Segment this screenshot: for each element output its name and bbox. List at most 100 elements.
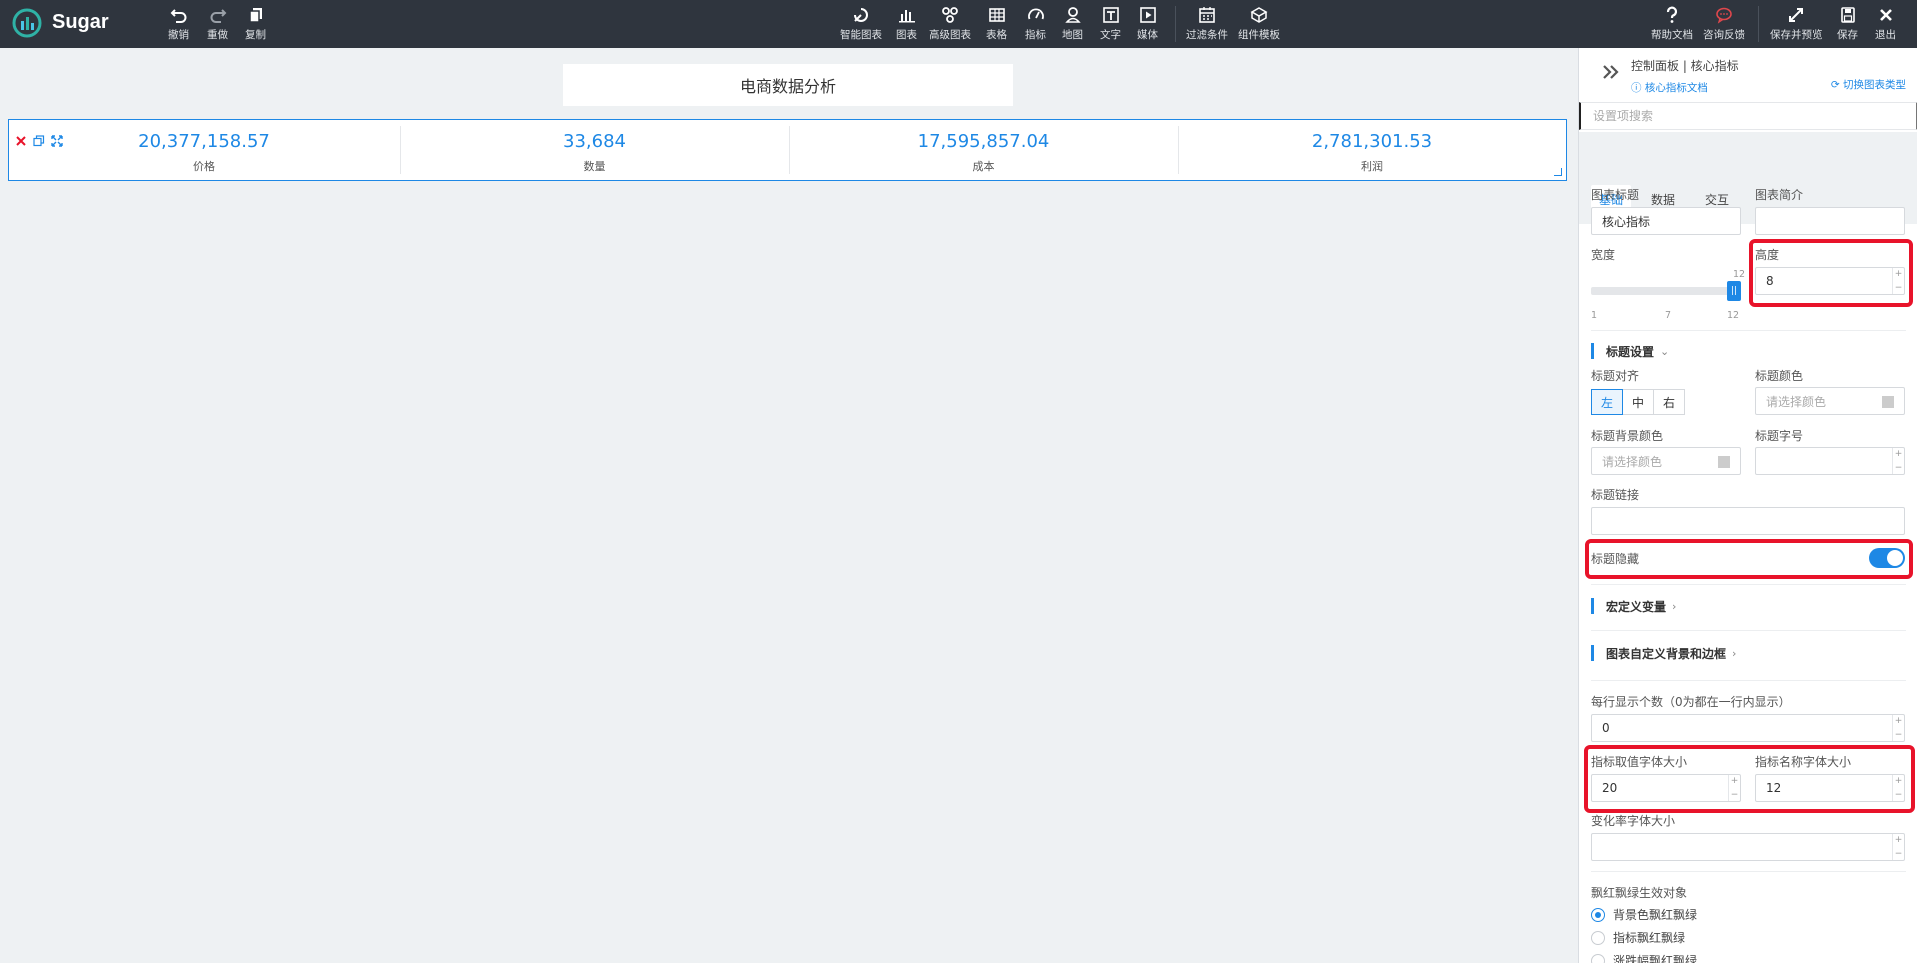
- chat-bubble-icon: [1716, 7, 1732, 24]
- doc-link-label: 核心指标文档: [1644, 82, 1708, 94]
- title-color-picker[interactable]: 请选择颜色: [1755, 387, 1905, 415]
- divider: [1591, 871, 1906, 872]
- save-button[interactable]: 保存: [1837, 6, 1858, 42]
- change-rate-font-label: 变化率字体大小: [1591, 814, 1676, 828]
- chart-button[interactable]: 图表: [896, 6, 917, 42]
- indicator-button[interactable]: 指标: [1025, 6, 1046, 42]
- title-font-size-stepper[interactable]: + −: [1892, 448, 1904, 474]
- value-font-size-input[interactable]: 20 + −: [1591, 774, 1741, 802]
- switch-chart-type-link[interactable]: ⟳ 切换图表类型: [1831, 77, 1906, 92]
- title-link-input[interactable]: [1591, 507, 1905, 535]
- table-button[interactable]: 表格: [986, 6, 1007, 42]
- width-slider-track[interactable]: [1591, 287, 1733, 295]
- kpi-item: 20,377,158.57 价格: [9, 120, 399, 180]
- undo-button[interactable]: 撤销: [168, 6, 189, 42]
- height-stepper[interactable]: + −: [1892, 268, 1904, 294]
- height-input[interactable]: 8 + −: [1755, 267, 1905, 295]
- title-align-group: 左 中 右: [1591, 389, 1685, 415]
- chevron-down-icon: ⌄: [1660, 344, 1670, 358]
- doc-link[interactable]: ⓘ 核心指标文档: [1631, 80, 1708, 95]
- switch-type-label: 切换图表类型: [1843, 79, 1906, 91]
- feedback-button[interactable]: 咨询反馈: [1703, 6, 1745, 42]
- collapse-panel-icon[interactable]: [1601, 64, 1621, 80]
- value-font-size: 20: [1602, 781, 1618, 795]
- kpi-item: 17,595,857.04 成本: [789, 120, 1178, 180]
- slider-max-tick: 12: [1727, 310, 1740, 321]
- value-font-size-stepper[interactable]: + −: [1728, 775, 1740, 801]
- custom-bg-border-section[interactable]: 图表自定义背景和边框 ›: [1591, 645, 1736, 661]
- map-pin-icon: [1064, 7, 1081, 23]
- radio-button: [1591, 953, 1605, 963]
- help-docs-button[interactable]: 帮助文档: [1651, 6, 1693, 42]
- macro-vars-section[interactable]: 宏定义变量 ›: [1591, 598, 1676, 614]
- save-preview-button[interactable]: 保存并预览: [1770, 6, 1823, 42]
- map-button[interactable]: 地图: [1062, 6, 1083, 42]
- divider: [1591, 330, 1906, 331]
- chevron-right-icon: ›: [1672, 599, 1677, 613]
- change-rate-font-input[interactable]: + −: [1591, 833, 1905, 861]
- save-icon: [1840, 7, 1855, 23]
- divider: [1591, 630, 1906, 631]
- slider-value-tick: 12: [1733, 269, 1746, 280]
- name-font-size-input[interactable]: 12 + −: [1755, 774, 1905, 802]
- save-preview-label: 保存并预览: [1770, 29, 1823, 41]
- advanced-chart-button[interactable]: 高级图表: [929, 6, 971, 42]
- align-right-button[interactable]: 右: [1653, 389, 1685, 415]
- toolbar-divider: [1175, 6, 1176, 42]
- radio-change-red-green[interactable]: 涨跌幅飘红飘绿: [1591, 952, 1697, 963]
- title-bg-color-picker[interactable]: 请选择颜色: [1591, 447, 1741, 475]
- magic-wand-icon: [854, 8, 868, 22]
- chart-title-input[interactable]: 核心指标: [1591, 207, 1741, 235]
- bar-chart-icon: [898, 10, 915, 23]
- align-center-button[interactable]: 中: [1622, 389, 1654, 415]
- align-left-button[interactable]: 左: [1591, 389, 1623, 415]
- radio-indicator-red-green[interactable]: 指标飘红飘绿: [1591, 929, 1685, 946]
- app-name: Sugar: [52, 11, 109, 33]
- filter-label: 过滤条件: [1186, 29, 1228, 41]
- name-font-size: 12: [1766, 781, 1782, 795]
- title-font-size-input[interactable]: + −: [1755, 447, 1905, 475]
- component-template-button[interactable]: 组件模板: [1238, 6, 1280, 42]
- text-label: 文字: [1100, 29, 1121, 41]
- kpi-item: 33,684 数量: [400, 120, 789, 180]
- smart-chart-button[interactable]: 智能图表: [840, 6, 882, 42]
- filter-button[interactable]: 过滤条件: [1186, 6, 1228, 42]
- exit-button[interactable]: 退出: [1875, 6, 1896, 42]
- redo-button[interactable]: 重做: [207, 6, 228, 42]
- section-title: 标题设置: [1606, 344, 1655, 359]
- kpi-value: 20,377,158.57: [138, 131, 270, 152]
- settings-search-input[interactable]: [1579, 102, 1917, 130]
- help-docs-label: 帮助文档: [1651, 29, 1693, 41]
- sugar-logo: [12, 8, 42, 38]
- kpi-widget[interactable]: 20,377,158.57 价格 33,684 数量 17,595,857.04…: [8, 119, 1567, 181]
- undo-label: 撤销: [168, 29, 189, 41]
- chart-desc-input[interactable]: [1755, 207, 1905, 235]
- media-button[interactable]: 媒体: [1137, 6, 1158, 42]
- color-swatch: [1882, 396, 1894, 408]
- title-hidden-toggle[interactable]: [1869, 548, 1905, 568]
- per-row-input[interactable]: 0 + −: [1591, 714, 1905, 742]
- resize-handle[interactable]: [1554, 168, 1562, 176]
- change-rate-font-stepper[interactable]: + −: [1892, 834, 1904, 860]
- title-settings-section[interactable]: 标题设置 ⌄: [1591, 343, 1669, 359]
- chart-desc-label: 图表简介: [1755, 188, 1804, 202]
- copy-button[interactable]: 复制: [245, 6, 266, 42]
- name-font-size-stepper[interactable]: + −: [1892, 775, 1904, 801]
- width-label: 宽度: [1591, 248, 1616, 262]
- advanced-chart-icon: [942, 7, 958, 23]
- template-cube-icon: [1250, 7, 1268, 23]
- per-row-value: 0: [1602, 721, 1610, 735]
- map-label: 地图: [1062, 29, 1083, 41]
- text-button[interactable]: 文字: [1100, 6, 1121, 42]
- indicator-label: 指标: [1025, 29, 1046, 41]
- redo-label: 重做: [207, 29, 228, 41]
- help-icon: [1666, 6, 1678, 23]
- radio-bg-red-green[interactable]: 背景色飘红飘绿: [1591, 906, 1697, 923]
- slider-mid-tick: 7: [1665, 310, 1672, 321]
- width-slider-handle[interactable]: ||: [1727, 281, 1741, 301]
- radio-label: 背景色飘红飘绿: [1613, 908, 1698, 922]
- filter-calendar-icon: [1199, 7, 1215, 23]
- report-title[interactable]: 电商数据分析: [563, 64, 1013, 106]
- per-row-stepper[interactable]: + −: [1892, 715, 1904, 741]
- help-circle-icon: ⓘ: [1631, 82, 1642, 94]
